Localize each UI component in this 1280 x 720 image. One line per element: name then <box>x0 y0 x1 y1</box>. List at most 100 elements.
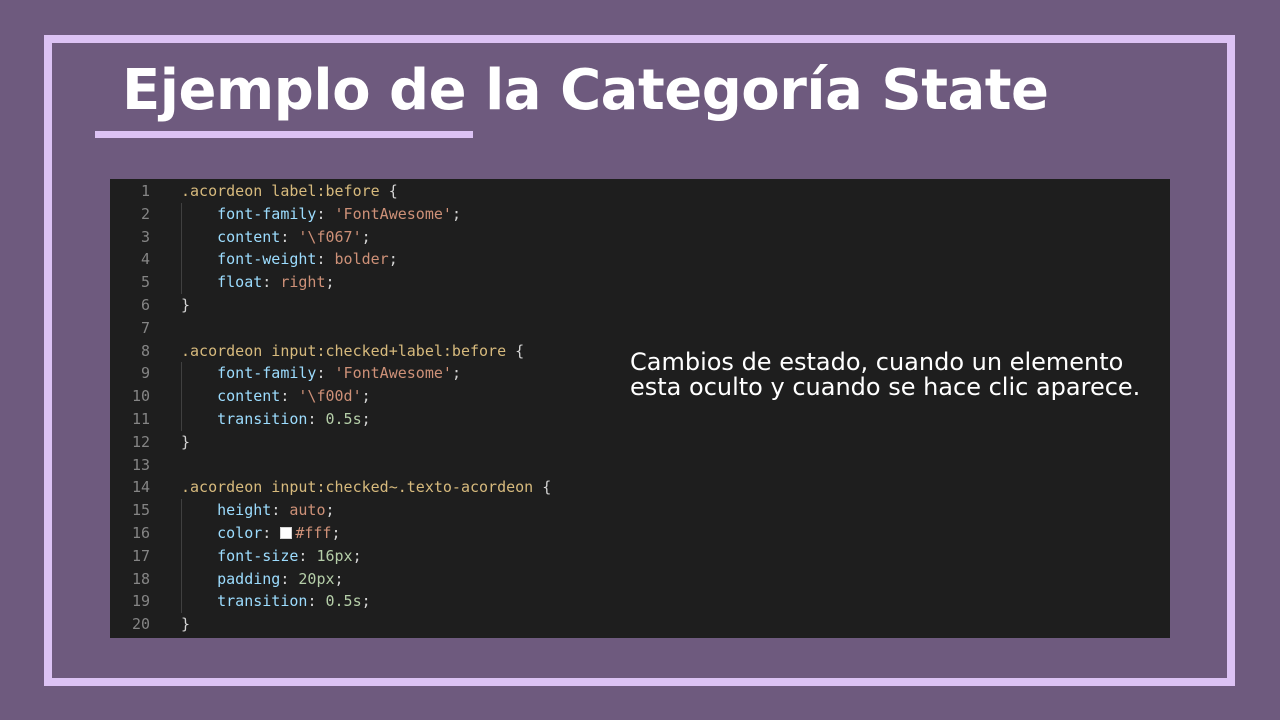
code-token: 0.5s <box>325 592 362 611</box>
code-token: ; <box>388 250 398 269</box>
indent-guide <box>181 499 182 614</box>
slide-title: Ejemplo de la Categoría State <box>122 58 1049 123</box>
code-token: ; <box>331 524 341 542</box>
code-token: : <box>316 364 335 383</box>
code-token: font-family <box>217 204 317 223</box>
code-text: font-size: 16px; <box>181 545 362 568</box>
code-line: 14 .acordeon input:checked~.texto-acordeo… <box>110 476 1170 499</box>
code-text: content: '\f00d'; <box>181 385 371 408</box>
line-number: 7 <box>140 318 150 337</box>
code-token: : <box>298 546 317 565</box>
title-underline <box>95 131 473 138</box>
color-swatch-icon <box>280 527 293 539</box>
code-token: ; <box>451 204 461 223</box>
code-line: 11 transition: 0.5s; <box>110 408 1170 431</box>
code-text: height: auto; <box>181 499 334 522</box>
line-number: 6 <box>140 296 150 314</box>
line-number: 9 <box>140 364 150 383</box>
code-token: bolder <box>334 250 389 269</box>
code-token: ; <box>361 592 371 611</box>
code-token: transition <box>217 592 308 611</box>
code-token: color <box>217 524 263 542</box>
code-line: 15 height: auto; <box>110 499 1170 522</box>
code-token: font-weight <box>217 250 317 269</box>
line-number: 13 <box>131 455 150 474</box>
line-number: 19 <box>131 592 150 611</box>
code-line: 2 font-family: 'FontAwesome'; <box>110 203 1170 226</box>
code-token: ; <box>361 410 371 428</box>
code-token: : <box>307 410 326 428</box>
code-token: #fff <box>295 524 332 542</box>
code-token: ; <box>352 546 362 565</box>
code-text: font-family: 'FontAwesome'; <box>181 362 461 385</box>
line-number: 4 <box>140 250 150 269</box>
line-number: 14 <box>131 478 150 497</box>
code-token: transition <box>217 410 308 428</box>
code-line: 20} <box>110 613 1170 636</box>
code-text: .acordeon input:checked~.texto-acordeon … <box>181 476 551 499</box>
code-token: 0.5s <box>325 410 362 428</box>
code-token: { <box>533 478 552 497</box>
code-token: : <box>280 227 299 246</box>
code-token: '\f00d' <box>298 387 362 406</box>
code-line: 3 content: '\f067'; <box>110 226 1170 249</box>
code-text: padding: 20px; <box>181 568 343 591</box>
code-token: ; <box>451 364 461 383</box>
code-token: float <box>217 273 263 292</box>
code-token: : <box>262 273 281 292</box>
code-line: 17 font-size: 16px; <box>110 545 1170 568</box>
line-number: 5 <box>140 273 150 292</box>
slide-note: Cambios de estado, cuando un elemento es… <box>630 348 1141 401</box>
line-number: 8 <box>140 341 150 360</box>
line-number: 17 <box>131 546 150 565</box>
code-text: font-family: 'FontAwesome'; <box>181 203 461 226</box>
code-token: .acordeon input:checked+label:before <box>181 341 507 360</box>
code-token: font-size <box>217 546 299 565</box>
code-token: } <box>181 615 191 634</box>
code-token: 16px <box>316 546 353 565</box>
indent-guide <box>181 202 182 294</box>
code-token: } <box>181 432 191 451</box>
code-token: : <box>271 501 290 520</box>
code-token: } <box>181 296 191 314</box>
code-token: : <box>307 592 326 611</box>
code-token: content <box>217 387 281 406</box>
code-token: { <box>506 341 525 360</box>
code-line: 4 font-weight: bolder; <box>110 248 1170 271</box>
code-text: float: right; <box>181 271 335 294</box>
code-token: '\f067' <box>298 227 362 246</box>
line-number: 12 <box>131 432 150 451</box>
line-number: 15 <box>131 501 150 520</box>
code-token: content <box>217 227 281 246</box>
code-line: 5 float: right; <box>110 271 1170 294</box>
code-token: ; <box>325 273 335 292</box>
code-editor-panel: 1 .acordeon label:before {2 font-family: … <box>110 179 1170 638</box>
code-text: content: '\f067'; <box>181 226 371 249</box>
line-number: 3 <box>140 227 150 246</box>
code-token: 'FontAwesome' <box>334 204 452 223</box>
line-number: 10 <box>131 387 150 406</box>
code-token: : <box>280 387 299 406</box>
code-token: 20px <box>298 569 335 588</box>
code-token: 'FontAwesome' <box>334 364 452 383</box>
code-text: font-weight: bolder; <box>181 248 398 271</box>
code-text: transition: 0.5s; <box>181 408 371 431</box>
code-text: .acordeon label:before { <box>181 180 398 203</box>
code-text: transition: 0.5s; <box>181 590 371 613</box>
code-token: { <box>379 182 398 200</box>
code-token: : <box>280 569 299 588</box>
code-token: font-family <box>217 364 317 383</box>
code-text: } <box>181 431 190 454</box>
code-line: 19 transition: 0.5s; <box>110 590 1170 613</box>
code-text: } <box>181 613 190 636</box>
